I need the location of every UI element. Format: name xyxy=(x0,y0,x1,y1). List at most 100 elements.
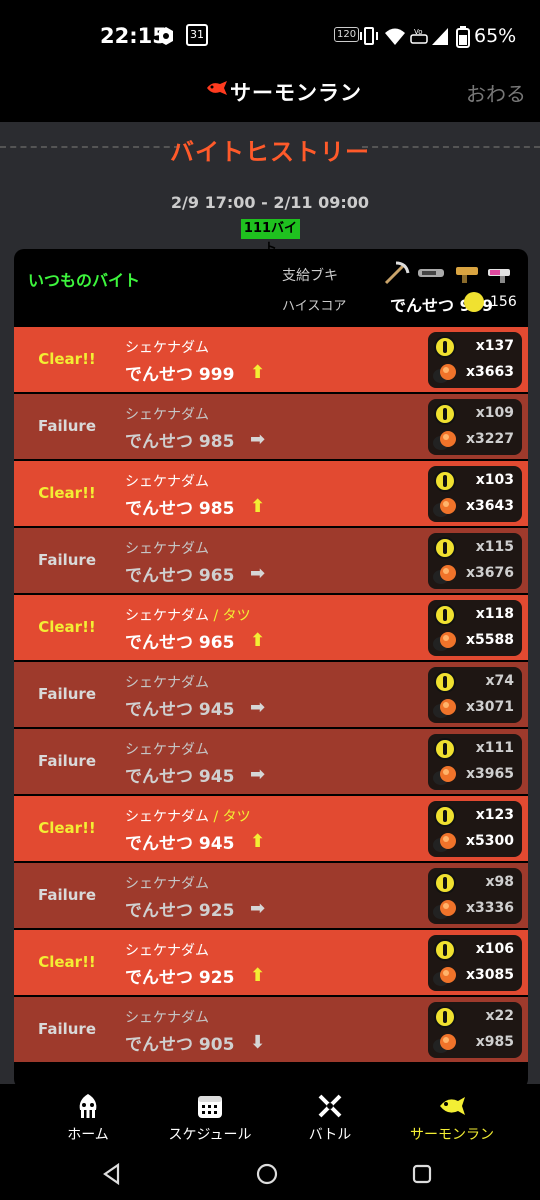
rank-arrow-up-icon: ⬆ xyxy=(250,831,266,852)
golden-egg-icon xyxy=(434,336,456,358)
golden-egg-count: x137 xyxy=(475,338,514,354)
golden-egg-icon xyxy=(464,292,484,312)
job-row[interactable]: Clear!! シェケナダム でんせつ 925 ⬆ x106 x3085 xyxy=(14,930,528,997)
job-result: Clear!! xyxy=(38,618,96,636)
sync-icon xyxy=(156,26,176,50)
nav-item-salmon[interactable]: サーモンラン xyxy=(392,1084,512,1148)
stage-name: シェケナダム xyxy=(125,337,209,357)
crossed-weapons-icon xyxy=(318,1094,342,1118)
job-row[interactable]: Failure シェケナダム でんせつ 965 ➡ x115 x3676 xyxy=(14,528,528,595)
nav-item-crossed-weapons[interactable]: バトル xyxy=(270,1084,390,1148)
job-row[interactable]: Failure シェケナダム でんせつ 925 ➡ x98 x3336 xyxy=(14,863,528,930)
stage-name: シェケナダム / タツ xyxy=(125,806,251,826)
stage-label: シェケナダム xyxy=(125,809,209,825)
golden-egg-count: x109 xyxy=(475,405,514,421)
recents-icon[interactable] xyxy=(410,1162,434,1186)
power-egg-icon xyxy=(433,900,456,919)
refresh-rate-icon: 120 xyxy=(334,27,360,42)
power-egg-count: x3336 xyxy=(466,900,514,916)
job-row[interactable]: Clear!! シェケナダム でんせつ 999 ⬆ x137 x3663 xyxy=(14,327,528,394)
rank-arrow-right-icon: ➡ xyxy=(250,898,266,919)
job-result: Clear!! xyxy=(38,484,96,502)
salmon-logo-icon xyxy=(207,81,227,95)
job-result: Clear!! xyxy=(38,819,96,837)
egg-count-box: x111 x3965 xyxy=(428,734,522,790)
power-egg-icon xyxy=(433,699,456,718)
king-salmonid-label: タツ xyxy=(222,608,251,624)
stage-name: シェケナダム / タツ xyxy=(125,605,251,625)
egg-count-box: x103 x3643 xyxy=(428,466,522,522)
power-egg-count: x5300 xyxy=(466,833,514,849)
shooter-weapon-icon xyxy=(488,269,510,283)
nav-item-squid[interactable]: ホーム xyxy=(28,1084,148,1148)
rank-arrow-up-icon: ⬆ xyxy=(250,965,266,986)
egg-count-box: x118 x5588 xyxy=(428,600,522,656)
power-egg-icon xyxy=(433,498,456,517)
stage-name: シェケナダム xyxy=(125,1007,209,1027)
job-row[interactable]: Failure シェケナダム でんせつ 985 ➡ x109 x3227 xyxy=(14,394,528,461)
stage-name: シェケナダム xyxy=(125,672,209,692)
power-egg-icon xyxy=(433,364,456,383)
highscore-label: ハイスコア xyxy=(282,299,347,314)
egg-count-box: x74 x3071 xyxy=(428,667,522,723)
job-rank: でんせつ 945 xyxy=(125,834,235,854)
weapon-list xyxy=(382,261,522,287)
golden-egg-count: x118 xyxy=(475,606,514,622)
job-row[interactable]: Failure シェケナダム でんせつ 945 ➡ x111 x3965 xyxy=(14,729,528,796)
close-button[interactable]: おわる xyxy=(466,78,526,107)
job-result: Failure xyxy=(37,551,97,569)
job-rank: でんせつ 945 xyxy=(125,767,235,787)
job-list: Clear!! シェケナダム でんせつ 999 ⬆ x137 x3663 Failure シェ… xyxy=(14,327,528,1064)
stage-label: シェケナダム xyxy=(125,541,209,557)
salmon-icon xyxy=(440,1097,465,1115)
job-result: Failure xyxy=(37,886,97,904)
nav-label: ホーム xyxy=(67,1127,109,1143)
back-icon[interactable] xyxy=(100,1162,124,1186)
pickaxe-weapon-icon xyxy=(384,261,410,285)
nav-label: サーモンラン xyxy=(410,1127,494,1143)
volte-icon: Vo xyxy=(410,25,428,49)
king-salmonid-label: タツ xyxy=(222,809,251,825)
egg-count-box: x137 x3663 xyxy=(428,332,522,388)
separator: / xyxy=(209,608,223,624)
svg-text:Vo: Vo xyxy=(414,28,423,36)
wifi-icon xyxy=(384,26,406,50)
bottom-navigation: ホーム スケジュール バトル サーモンラン xyxy=(0,1084,540,1148)
section-title: バイトヒストリー xyxy=(170,138,370,166)
golden-egg-icon xyxy=(434,671,456,693)
job-row[interactable]: Failure シェケナダム でんせつ 905 ⬇ x22 x985 xyxy=(14,997,528,1064)
egg-count-box: x22 x985 xyxy=(428,1002,522,1058)
mode-name: いつものバイト xyxy=(28,271,141,290)
stage-name: シェケナダム xyxy=(125,739,209,759)
job-rank: でんせつ 925 xyxy=(125,968,235,988)
power-egg-count: x3676 xyxy=(466,565,514,581)
rank-arrow-right-icon: ➡ xyxy=(250,764,266,785)
signal-icon xyxy=(430,26,450,50)
stage-name: シェケナダム xyxy=(125,404,209,424)
stage-label: シェケナダム xyxy=(125,1010,209,1026)
power-egg-count: x3085 xyxy=(466,967,514,983)
job-row[interactable]: Clear!! シェケナダム / タツ でんせつ 965 ⬆ x118 x5588 xyxy=(14,595,528,662)
rank-arrow-right-icon: ➡ xyxy=(250,697,266,718)
job-result: Clear!! xyxy=(38,953,96,971)
golden-egg-count: x98 xyxy=(485,874,514,890)
job-row[interactable]: Failure シェケナダム でんせつ 945 ➡ x74 x3071 xyxy=(14,662,528,729)
power-egg-count: x985 xyxy=(475,1034,514,1050)
egg-count-box: x123 x5300 xyxy=(428,801,522,857)
golden-egg-count: x115 xyxy=(475,539,514,555)
highscore-golden-eggs: 156 xyxy=(490,294,517,310)
stage-label: シェケナダム xyxy=(125,608,209,624)
power-egg-icon xyxy=(433,967,456,986)
home-circle-icon[interactable] xyxy=(255,1162,279,1186)
calendar-icon xyxy=(198,1096,222,1118)
power-egg-count: x3965 xyxy=(466,766,514,782)
job-row[interactable]: Clear!! シェケナダム / タツ でんせつ 945 ⬆ x123 x5300 xyxy=(14,796,528,863)
power-egg-count: x3227 xyxy=(466,431,514,447)
job-row[interactable]: Clear!! シェケナダム でんせつ 985 ⬆ x103 x3643 xyxy=(14,461,528,528)
job-rank: でんせつ 985 xyxy=(125,432,235,452)
golden-egg-icon xyxy=(434,872,456,894)
golden-egg-count: x103 xyxy=(475,472,514,488)
nav-item-calendar[interactable]: スケジュール xyxy=(150,1084,270,1148)
power-egg-icon xyxy=(433,431,456,450)
job-history-screen[interactable]: バイトヒストリー 2/9 17:00 - 2/11 09:00 111バイト い… xyxy=(0,122,540,1084)
